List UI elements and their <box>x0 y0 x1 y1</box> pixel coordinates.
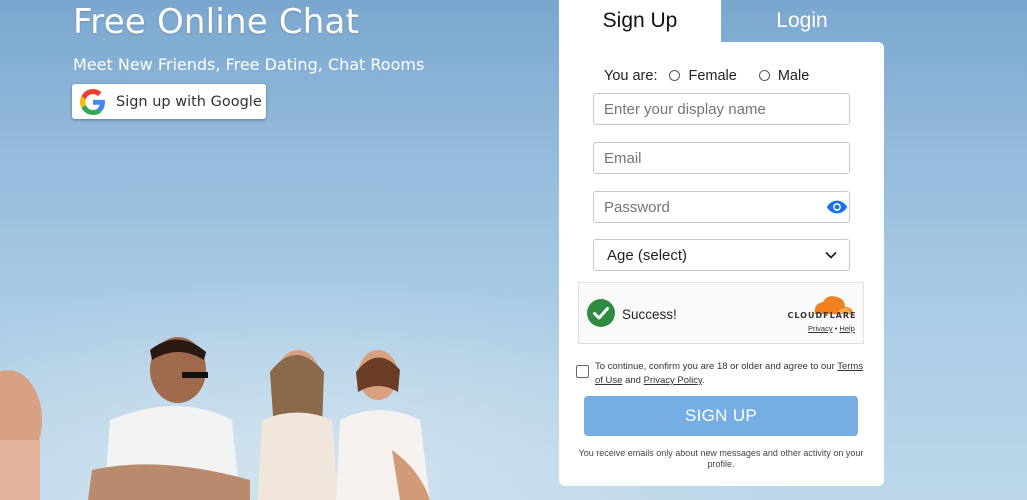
age-select-value: Age (select) <box>607 246 688 264</box>
gender-selector: You are: Female Male <box>604 66 809 86</box>
show-password-eye-icon[interactable] <box>826 199 848 215</box>
password-input[interactable]: Password <box>593 191 850 223</box>
email-notice: You receive emails only about new messag… <box>578 448 864 469</box>
agreement-text-intro: To continue, confirm you are 18 or older… <box>595 361 835 372</box>
captcha-help-link[interactable]: Help <box>839 324 854 333</box>
captcha-links: Privacy • Help <box>808 324 855 333</box>
age-select[interactable]: Age (select) <box>593 239 850 271</box>
privacy-policy-link[interactable]: Privacy Policy <box>644 375 702 386</box>
google-signup-button[interactable]: Sign up with Google <box>72 84 266 119</box>
male-radio[interactable] <box>758 69 770 81</box>
hero-subtitle: Meet New Friends, Free Dating, Chat Room… <box>73 55 425 74</box>
captcha-link-separator: • <box>834 324 838 333</box>
email-placeholder: Email <box>604 149 642 167</box>
agreement-end: . <box>702 375 705 386</box>
password-placeholder: Password <box>604 198 670 216</box>
sign-up-button[interactable]: SIGN UP <box>584 396 858 436</box>
google-button-label: Sign up with Google <box>116 93 262 110</box>
email-input[interactable]: Email <box>593 142 850 174</box>
captcha-privacy-link[interactable]: Privacy <box>808 324 833 333</box>
success-check-icon <box>587 299 615 327</box>
tab-login[interactable]: Login <box>721 0 883 42</box>
chevron-down-icon <box>825 251 837 259</box>
hero-title: Free Online Chat <box>73 2 360 42</box>
agreement-text: To continue, confirm you are 18 or older… <box>595 360 870 388</box>
cloudflare-captcha-widget[interactable]: Success! CLOUDFLARE Privacy • Help <box>578 282 864 344</box>
female-radio[interactable] <box>669 69 681 81</box>
tab-sign-up[interactable]: Sign Up <box>559 0 721 42</box>
female-label[interactable]: Female <box>688 68 736 84</box>
background-people-photo <box>0 337 430 500</box>
display-name-input[interactable]: Enter your display name <box>593 93 850 125</box>
google-logo-icon <box>80 88 105 115</box>
male-label[interactable]: Male <box>778 68 809 84</box>
agreement-and: and <box>625 375 641 386</box>
cloudflare-wordmark: CLOUDFLARE <box>787 311 857 320</box>
display-name-placeholder: Enter your display name <box>604 100 766 118</box>
gender-label: You are: <box>604 68 658 84</box>
captcha-status: Success! <box>622 307 677 322</box>
agree-checkbox[interactable] <box>576 365 589 378</box>
